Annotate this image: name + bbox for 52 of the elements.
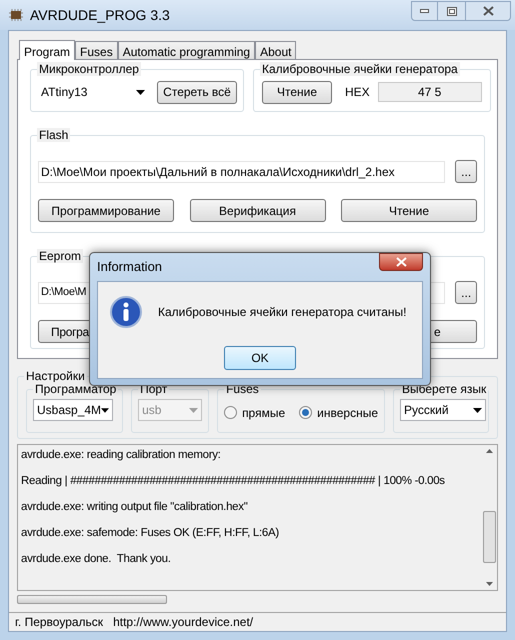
flash-action-button[interactable]: Верификация (190, 199, 326, 222)
caret-icon (101, 408, 109, 413)
group-title: Настройки (24, 369, 87, 384)
status-city: г. Первоуральск (15, 614, 104, 631)
group-title: Eeprom (37, 249, 84, 263)
language-select[interactable]: Русский (400, 399, 486, 422)
caret-icon (473, 408, 482, 413)
fuses-radio[interactable]: прямые (224, 404, 286, 422)
log-line: avrdude.exe: writing output file "calibration.hex" (21, 500, 248, 515)
file-path-field[interactable]: D:\Moe\Мои проекты\Дальний в полнакала\Исходники\drl_2.hex (38, 160, 446, 182)
minimize-icon (420, 9, 429, 13)
tab[interactable]: Automatic programming (118, 41, 256, 59)
close-button[interactable] (465, 1, 511, 21)
close-button[interactable] (379, 253, 423, 271)
erase-button[interactable]: Стереть всё (157, 80, 237, 104)
close-icon (482, 6, 494, 16)
log-line: avrdude.exe done. Thank you. (21, 552, 172, 567)
scroll-down-icon (486, 582, 492, 586)
close-icon (396, 257, 406, 267)
dialog-title: Information (97, 258, 162, 276)
flash-action-button[interactable]: Чтение (341, 199, 477, 222)
browse-button[interactable]: ... (455, 160, 477, 183)
caret-icon (189, 408, 198, 413)
tab[interactable]: Fuses (75, 41, 118, 59)
caret-icon (136, 90, 145, 94)
read-button[interactable]: Чтение (262, 80, 332, 104)
log-line: avrdude.exe: reading calibration memory: (21, 448, 222, 463)
tab[interactable]: About (255, 41, 296, 59)
flash-action-button[interactable]: Программирование (38, 199, 174, 222)
hex-field[interactable]: 47 5 (378, 82, 482, 102)
log-line: Reading | ################################################## | 100% -0.00s (21, 474, 446, 489)
window-title: AVRDUDE_PROG 3.3 (30, 6, 170, 25)
maximize-icon (446, 6, 456, 16)
scroll-up-icon (486, 448, 492, 453)
group-title: Программатор (33, 382, 118, 396)
status-url: http://www.yourdevice.net/ (113, 614, 254, 631)
ok-button[interactable]: OK (224, 346, 296, 370)
hex-label: HEX (345, 84, 370, 101)
programmer-select[interactable]: Usbasp_4M (33, 399, 113, 422)
scroll-thumb[interactable] (482, 510, 496, 563)
group-title: Flash (37, 128, 70, 142)
group-title: Калибровочные ячейки генератора (260, 62, 460, 76)
maximize-button[interactable] (438, 1, 465, 21)
dialog-message: Калибровочные ячейки генератора считаны! (158, 304, 406, 321)
group-title: Микроконтроллер (37, 62, 141, 76)
chip-icon (8, 8, 24, 22)
browse-button[interactable]: ... (455, 281, 477, 304)
tab[interactable]: Program (19, 40, 76, 60)
info-icon (110, 296, 142, 328)
minimize-button[interactable] (411, 1, 438, 21)
log-line: avrdude.exe: safemode: Fuses OK (E:FF, H:FF, L:6A) (21, 526, 280, 541)
fuses-radio[interactable]: инверсные (299, 404, 378, 422)
